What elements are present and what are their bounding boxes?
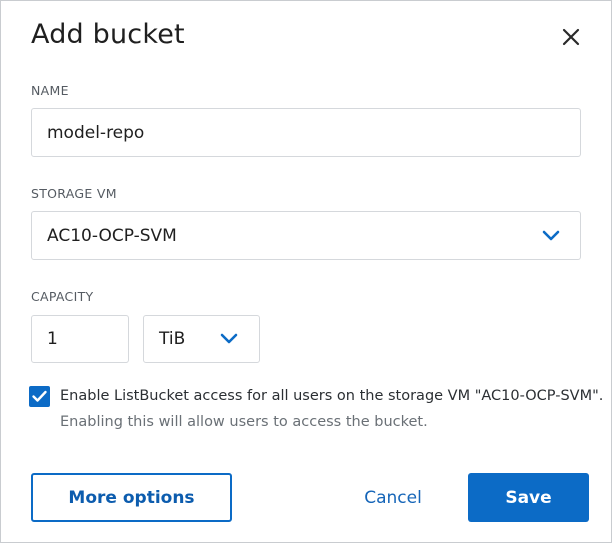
capacity-input[interactable]	[31, 315, 129, 363]
cancel-button[interactable]: Cancel	[351, 473, 435, 522]
more-options-button[interactable]: More options	[31, 473, 232, 522]
add-bucket-dialog: Add bucket NAME STORAGE VM AC10-OCP-SVM …	[0, 0, 612, 543]
name-label: NAME	[31, 83, 69, 98]
capacity-label: CAPACITY	[31, 289, 94, 304]
listbucket-checkbox[interactable]	[29, 386, 50, 407]
save-button[interactable]: Save	[468, 473, 589, 522]
capacity-unit-select[interactable]: TiB	[143, 315, 260, 363]
listbucket-label: Enable ListBucket access for all users o…	[60, 388, 604, 404]
storage-vm-select[interactable]: AC10-OCP-SVM	[31, 211, 581, 260]
chevron-down-icon	[220, 333, 238, 344]
capacity-unit-selected: TiB	[159, 329, 186, 349]
chevron-down-icon	[542, 230, 560, 241]
name-input[interactable]	[31, 108, 581, 157]
close-icon	[562, 28, 580, 46]
close-button[interactable]	[557, 23, 585, 51]
storage-vm-label: STORAGE VM	[31, 186, 117, 201]
listbucket-hint: Enabling this will allow users to access…	[60, 414, 428, 430]
checkmark-icon	[32, 390, 47, 402]
storage-vm-selected: AC10-OCP-SVM	[47, 225, 177, 246]
dialog-title: Add bucket	[31, 19, 185, 50]
